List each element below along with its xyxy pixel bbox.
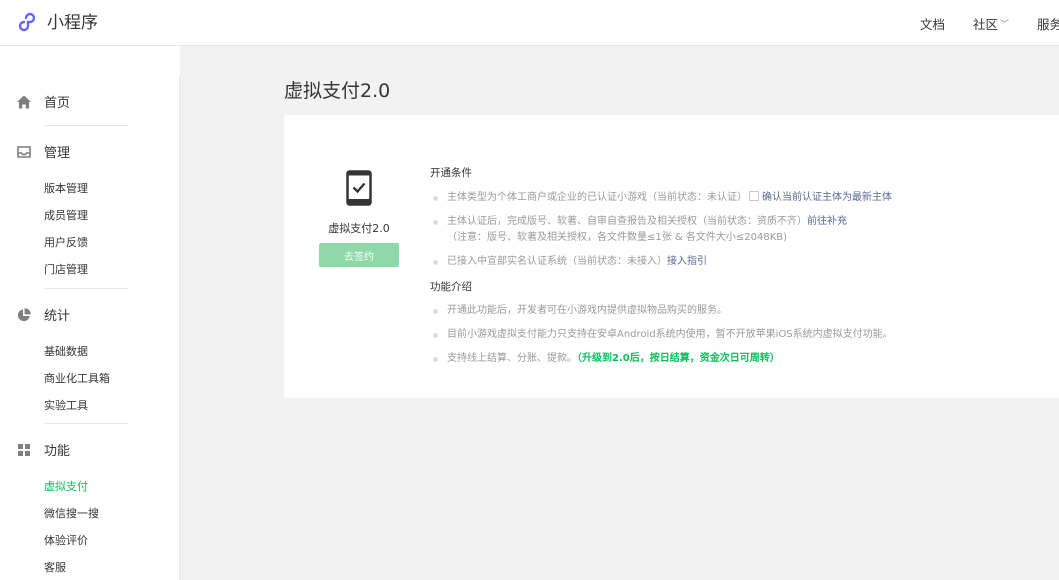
pie-chart-icon [16,307,32,323]
intro-item: 目前小游戏虚拟支付能力只支持在安卓Android系统内使用，暂不开放苹果iOS系… [430,327,1059,343]
divider [44,288,128,289]
condition-item: 已接入中宣部实名认证系统（当前状态：未接入）接入指引 [430,254,1059,270]
condition-item: 主体类型为个体工商户或企业的已认证小游戏（当前状态：未认证） 确认当前认证主体为最… [430,190,1059,206]
top-header: 小程序 文档 社区 ﹀ 服务 [0,0,1059,46]
intro-item: 开通此功能后，开发者可在小游戏内提供虚拟物品购买的服务。 [430,303,1059,319]
page-title: 虚拟支付2.0 [284,80,391,102]
intro-text: 支持线上结算、分账、提款。 [447,353,577,364]
nav-services[interactable]: 服务 [1037,14,1059,33]
sidebar-section-manage[interactable]: 管理 [16,142,70,161]
sidebar-item-member-management[interactable]: 成员管理 [44,207,88,223]
sidebar-item-home[interactable]: 首页 [16,92,70,111]
miniprogram-logo-icon [18,12,36,32]
service-info: 开通条件 主体类型为个体工商户或企业的已认证小游戏（当前状态：未认证） 确认当前认… [430,165,1059,367]
nav-docs[interactable]: 文档 [920,14,945,33]
condition-note: （注意：版号、软著及相关授权，各文件数量≤1张 & 各文件大小≤2048KB) [447,232,788,243]
chevron-down-icon: ﹀ [1000,19,1010,30]
settlement-highlight: （升级到2.0后，按日结算，资金次日可周转） [577,353,780,364]
intro-title: 功能介绍 [430,281,472,293]
confirm-entity-label[interactable]: 确认当前认证主体为最新主体 [762,192,892,203]
nav-docs-label: 文档 [920,16,946,32]
divider [44,125,128,126]
top-nav: 文档 社区 ﹀ 服务 [920,0,1059,46]
main-content: 虚拟支付2.0 虚拟支付2.0 去签约 开通条件 主体类型为个体工商户或企业的已… [180,46,1059,580]
sidebar-item-experience-rating[interactable]: 体验评价 [44,532,88,548]
sidebar-item-customer-service[interactable]: 客服 [44,559,66,575]
grid-icon [16,442,32,458]
sidebar-item-basic-data[interactable]: 基础数据 [44,343,88,359]
sidebar-section-features[interactable]: 功能 [16,440,70,459]
sign-contract-button[interactable]: 去签约 [319,243,399,267]
sidebar-item-virtual-payment[interactable]: 虚拟支付 [44,478,88,494]
logo[interactable]: 小程序 [16,11,98,35]
sidebar-section-label: 管理 [44,146,71,161]
conditions-title: 开通条件 [430,167,472,179]
service-card: 虚拟支付2.0 去签约 开通条件 主体类型为个体工商户或企业的已认证小游戏（当前… [284,115,1059,398]
sidebar-section-label: 首页 [44,96,71,111]
sidebar-section-label: 功能 [44,444,71,459]
logo-text: 小程序 [47,13,98,33]
service-name: 虚拟支付2.0 [328,222,390,235]
nav-services-label: 服务 [1037,16,1059,32]
service-summary: 虚拟支付2.0 [319,170,399,236]
integration-guide-link[interactable]: 接入指引 [667,256,707,267]
sidebar-item-version-management[interactable]: 版本管理 [44,180,88,196]
go-supplement-link[interactable]: 前往补充 [807,216,847,227]
sidebar-section-label: 统计 [44,309,71,324]
nav-community-label: 社区 [973,16,999,32]
home-icon [16,94,32,110]
phone-check-icon [346,170,372,206]
sidebar-item-experiment-tools[interactable]: 实验工具 [44,397,88,413]
sidebar: 首页 管理 版本管理 成员管理 用户反馈 门店管理 统计 基础数据 商业化工具箱… [0,46,180,580]
condition-text: 主体认证后，完成版号、软著、自审自查报告及相关授权（当前状态：资质不齐） [447,216,807,227]
condition-item: 主体认证后，完成版号、软著、自审自查报告及相关授权（当前状态：资质不齐）前往补充… [430,214,1059,246]
sidebar-item-user-feedback[interactable]: 用户反馈 [44,234,88,250]
confirm-entity-checkbox[interactable] [749,191,759,201]
sidebar-item-store-management[interactable]: 门店管理 [44,261,88,277]
divider [44,423,128,424]
condition-text: 已接入中宣部实名认证系统（当前状态：未接入） [447,256,667,267]
sidebar-item-wechat-search[interactable]: 微信搜一搜 [44,505,99,521]
intro-item: 支持线上结算、分账、提款。（升级到2.0后，按日结算，资金次日可周转） [430,351,1059,367]
inbox-icon [16,144,32,160]
condition-text: 主体类型为个体工商户或企业的已认证小游戏（当前状态：未认证） [447,192,747,203]
sidebar-section-statistics[interactable]: 统计 [16,305,70,324]
nav-community[interactable]: 社区 ﹀ [973,14,1009,33]
sidebar-item-commerce-toolbox[interactable]: 商业化工具箱 [44,370,110,386]
